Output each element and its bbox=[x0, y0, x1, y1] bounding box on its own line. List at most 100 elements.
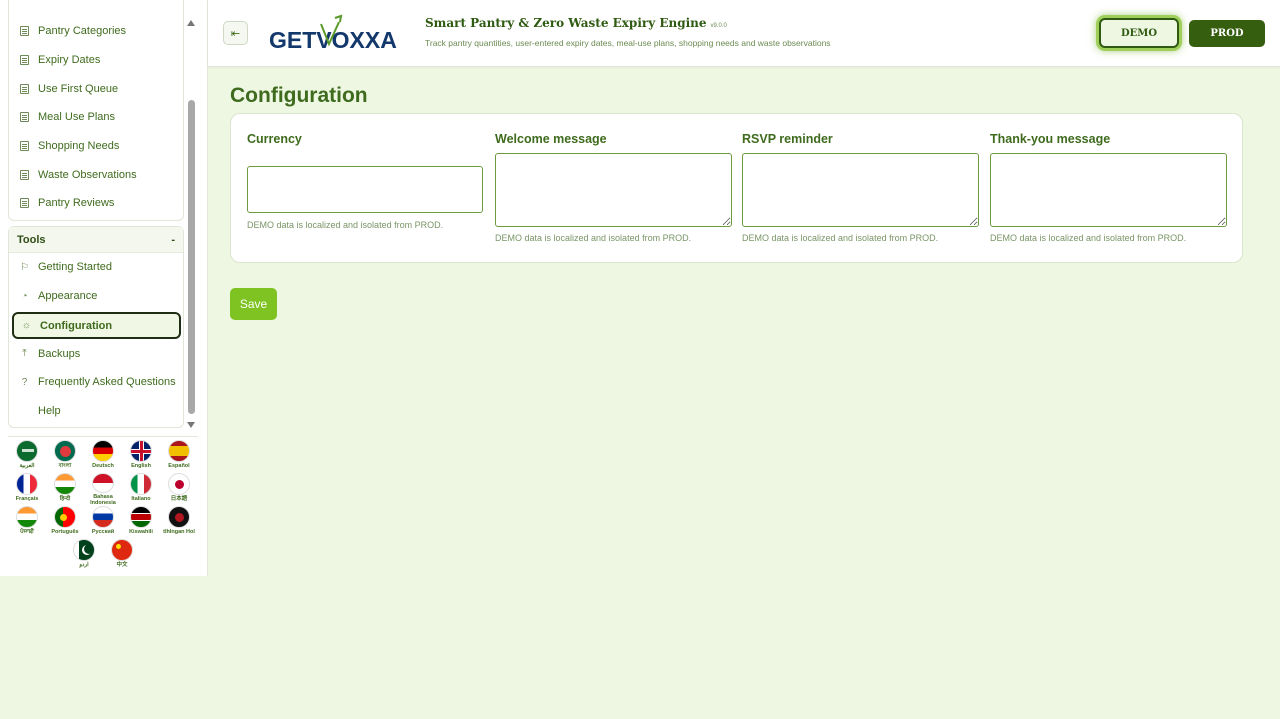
language-chinese[interactable]: 中文 bbox=[103, 539, 141, 572]
language-italian[interactable]: Italiano bbox=[122, 473, 160, 506]
page-title: Configuration bbox=[230, 84, 368, 107]
currency-input[interactable] bbox=[247, 166, 483, 213]
document-icon bbox=[19, 112, 30, 123]
scroll-down-icon[interactable] bbox=[187, 422, 195, 428]
japan-flag-icon bbox=[168, 473, 190, 495]
collapse-left-icon: ⇤ bbox=[230, 27, 241, 40]
document-icon bbox=[19, 198, 30, 209]
thank-you-message-textarea[interactable] bbox=[990, 153, 1227, 227]
thank-you-message-hint: DEMO data is localized and isolated from… bbox=[990, 233, 1187, 243]
uk-flag-icon bbox=[130, 440, 152, 462]
document-icon bbox=[19, 55, 30, 66]
logo-text: GETVOXXA bbox=[269, 27, 397, 53]
india-flag-icon bbox=[16, 506, 38, 528]
language-picker: العربية বাংলা Deutsch English Español Fr… bbox=[8, 440, 198, 572]
language-arabic[interactable]: العربية bbox=[8, 440, 46, 473]
germany-flag-icon bbox=[92, 440, 114, 462]
help-icon bbox=[19, 406, 30, 417]
getvoxxa-logo: GETVOXXA bbox=[269, 14, 411, 54]
sidebar-item-appearance[interactable]: ◔ Appearance bbox=[9, 282, 183, 311]
russia-flag-icon bbox=[92, 506, 114, 528]
language-indonesian[interactable]: Bahasa Indonesia bbox=[84, 473, 122, 506]
sidebar-item-getting-started[interactable]: ⚐ Getting Started bbox=[9, 253, 183, 282]
sidebar-item-label: Meal Use Plans bbox=[38, 111, 116, 124]
language-spanish[interactable]: Español bbox=[160, 440, 198, 473]
upload-icon: ⤒ bbox=[22, 348, 27, 360]
sidebar-scrollbar[interactable] bbox=[186, 14, 196, 428]
sidebar-item-help[interactable]: Help bbox=[9, 397, 183, 426]
bangladesh-flag-icon bbox=[54, 440, 76, 462]
scroll-up-icon[interactable] bbox=[187, 20, 195, 26]
language-portuguese[interactable]: Português bbox=[46, 506, 84, 539]
document-icon bbox=[19, 141, 30, 152]
sidebar-item-label: Expiry Dates bbox=[38, 54, 101, 67]
configuration-card: Currency DEMO data is localized and isol… bbox=[230, 113, 1243, 263]
sidebar-item-pantry-categories[interactable]: Pantry Categories bbox=[9, 17, 183, 46]
sidebar-item-pantry-reviews[interactable]: Pantry Reviews bbox=[9, 189, 183, 218]
sidebar-item-label: Pantry Categories bbox=[38, 25, 127, 38]
pakistan-flag-icon bbox=[73, 539, 95, 561]
sidebar-item-use-first-queue[interactable]: Use First Queue bbox=[9, 74, 183, 103]
tools-header[interactable]: Tools - bbox=[9, 227, 183, 253]
indonesia-flag-icon bbox=[92, 473, 114, 493]
logo-graphic: GETVOXXA bbox=[269, 14, 397, 53]
sidebar-item-label: Frequently Asked Questions bbox=[38, 376, 176, 389]
currency-label: Currency bbox=[247, 132, 302, 146]
currency-hint: DEMO data is localized and isolated from… bbox=[247, 220, 444, 230]
sidebar-scroll-area[interactable]: Pantry Categories Expiry Dates Use First… bbox=[8, 0, 184, 432]
language-hindi[interactable]: हिन्दी bbox=[46, 473, 84, 506]
app-version: v9.0.0 bbox=[710, 23, 727, 29]
sidebar-item-label: Shopping Needs bbox=[38, 140, 120, 153]
rsvp-reminder-textarea[interactable] bbox=[742, 153, 979, 227]
sidebar-item-label: Getting Started bbox=[38, 261, 112, 274]
env-demo-button[interactable]: DEMO bbox=[1099, 18, 1179, 48]
gear-icon: ☼ bbox=[21, 320, 32, 332]
sidebar-item-expiry-dates[interactable]: Expiry Dates bbox=[9, 46, 183, 75]
sidebar-item-faq[interactable]: ? Frequently Asked Questions bbox=[9, 368, 183, 397]
scrollbar-thumb[interactable] bbox=[188, 100, 195, 414]
flag-icon: ⚐ bbox=[20, 261, 29, 273]
sidebar-item-configuration[interactable]: ☼ Configuration bbox=[12, 312, 181, 340]
collapse-sidebar-button[interactable]: ⇤ bbox=[223, 21, 248, 45]
sidebar: Pantry Categories Expiry Dates Use First… bbox=[0, 0, 208, 576]
sidebar-item-waste-observations[interactable]: Waste Observations bbox=[9, 160, 183, 189]
rsvp-reminder-label: RSVP reminder bbox=[742, 132, 833, 146]
welcome-message-label: Welcome message bbox=[495, 132, 607, 146]
language-klingon[interactable]: tlhIngan Hol bbox=[160, 506, 198, 539]
sidebar-item-meal-use-plans[interactable]: Meal Use Plans bbox=[9, 103, 183, 132]
tools-group: Tools - ⚐ Getting Started ◔ Appearance ☼ Co… bbox=[8, 226, 184, 428]
welcome-message-hint: DEMO data is localized and isolated from… bbox=[495, 233, 692, 243]
sidebar-item-label: Appearance bbox=[38, 290, 98, 303]
language-english[interactable]: English bbox=[122, 440, 160, 473]
sidebar-item-label: Backups bbox=[38, 347, 81, 360]
divider bbox=[8, 436, 198, 437]
language-german[interactable]: Deutsch bbox=[84, 440, 122, 473]
language-french[interactable]: Français bbox=[8, 473, 46, 506]
saudi-flag-icon bbox=[16, 440, 38, 462]
sidebar-item-shopping-needs[interactable]: Shopping Needs bbox=[9, 132, 183, 161]
language-urdu[interactable]: اردو bbox=[65, 539, 103, 572]
sidebar-item-label: Help bbox=[38, 405, 61, 418]
top-header: ⇤ GETVOXXA Smart Pantry & Zero Waste Exp… bbox=[208, 0, 1280, 67]
welcome-message-textarea[interactable] bbox=[495, 153, 732, 227]
sidebar-item-label: Use First Queue bbox=[38, 82, 119, 95]
question-icon: ? bbox=[21, 376, 28, 388]
klingon-flag-icon bbox=[168, 506, 190, 528]
tools-title: Tools bbox=[17, 233, 46, 246]
language-russian[interactable]: Русский bbox=[84, 506, 122, 539]
sidebar-item-label: Configuration bbox=[40, 319, 113, 332]
india-flag-icon bbox=[54, 473, 76, 495]
collapse-toggle-icon[interactable]: - bbox=[171, 234, 175, 246]
env-prod-button[interactable]: PROD bbox=[1189, 20, 1265, 47]
language-japanese[interactable]: 日本語 bbox=[160, 473, 198, 506]
save-button[interactable]: Save bbox=[230, 288, 277, 320]
china-flag-icon bbox=[111, 539, 133, 561]
language-bengali[interactable]: বাংলা bbox=[46, 440, 84, 473]
france-flag-icon bbox=[16, 473, 38, 495]
portugal-flag-icon bbox=[54, 506, 76, 528]
sidebar-item-backups[interactable]: ⤒ Backups bbox=[9, 339, 183, 368]
language-swahili[interactable]: Kiswahili bbox=[122, 506, 160, 539]
language-punjabi[interactable]: ਪੰਜਾਬੀ bbox=[8, 506, 46, 539]
spain-flag-icon bbox=[168, 440, 190, 462]
palette-icon: ◔ bbox=[21, 290, 28, 302]
